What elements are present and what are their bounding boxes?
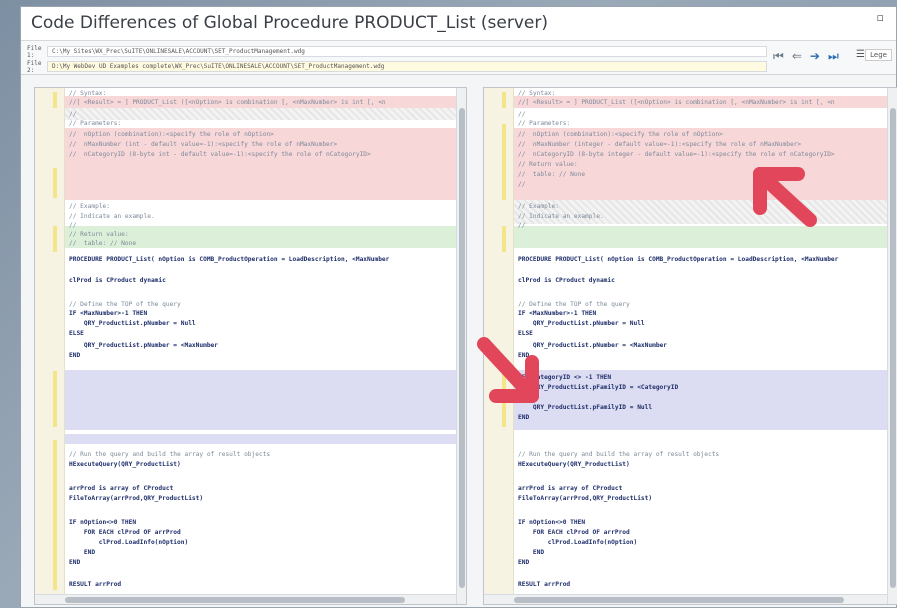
- code-line: arrProd is array of CProduct: [518, 485, 623, 492]
- code-line: // nCategoryID (8-byte integer - default…: [518, 151, 835, 158]
- code-line: IF nOption<>0 THEN: [69, 519, 137, 526]
- file1-row: File 1: C:\My Sites\WX_Prec\SuITE\ONLINE…: [27, 44, 767, 59]
- file2-row: File 2: D:\My WebDev UD Examples complet…: [27, 59, 767, 74]
- red-annotation-arrow-icon: [477, 337, 539, 403]
- code-line: RESULT arrProd: [69, 581, 122, 588]
- code-line: // nMaxNumber (integer - default value=-…: [518, 141, 802, 148]
- red-annotation-arrow-icon: [753, 167, 817, 227]
- code-line: //: [518, 181, 526, 188]
- scroll-thumb[interactable]: [514, 597, 844, 603]
- code-line: FOR EACH clProd OF arrProd: [69, 529, 181, 536]
- diff-modified-band: [65, 434, 456, 444]
- change-marker: [502, 92, 506, 108]
- code-line: // table: // None: [69, 240, 137, 247]
- code-line: clProd is CProduct dynamic: [518, 277, 615, 284]
- code-line: END: [518, 414, 530, 421]
- code-line: RESULT arrProd: [518, 581, 571, 588]
- code-line: clProd.LoadInfo(nOption): [518, 539, 638, 546]
- code-line: //[ <Result> = ] PRODUCT_List ([<nOption…: [518, 99, 835, 106]
- file-bar: File 1: C:\My Sites\WX_Prec\SuITE\ONLINE…: [21, 41, 896, 75]
- code-line: // Parameters:: [69, 120, 122, 127]
- diff-window: Code Differences of Global Procedure PRO…: [20, 6, 897, 608]
- code-line: FOR EACH clProd OF arrProd: [518, 529, 630, 536]
- code-line: END: [518, 549, 545, 556]
- right-horizontal-scrollbar[interactable]: [484, 594, 887, 604]
- code-line: QRY_ProductList.pFamilyID = Null: [518, 404, 653, 411]
- change-marker: [53, 92, 57, 108]
- restore-icon[interactable]: ▫: [877, 11, 884, 24]
- code-line: IF nOption<>0 THEN: [518, 519, 586, 526]
- code-line: PROCEDURE PRODUCT_List( nOption is COMB_…: [518, 256, 839, 263]
- diff-modified-band: [65, 370, 456, 430]
- scroll-thumb[interactable]: [65, 597, 405, 603]
- code-line: // nCategoryID (8-byte int - default val…: [69, 151, 371, 158]
- change-marker: [502, 124, 506, 200]
- code-line: // nOption (combination):<specify the ro…: [69, 131, 274, 138]
- code-line: IF <CategoryID <> -1 THEN: [518, 374, 612, 381]
- previous-difference-icon[interactable]: ⇐: [792, 49, 802, 64]
- left-code-pane[interactable]: // Syntax: //[ <Result> = ] PRODUCT_List…: [34, 87, 467, 605]
- last-difference-icon[interactable]: ⏭: [828, 49, 839, 64]
- change-marker: [53, 226, 57, 252]
- code-line: // Parameters:: [518, 120, 571, 127]
- code-line: END: [69, 352, 81, 359]
- code-line: ELSE: [518, 394, 533, 401]
- left-horizontal-scrollbar[interactable]: [35, 594, 456, 604]
- file1-path[interactable]: C:\My Sites\WX_Prec\SuITE\ONLINESALE\ACC…: [47, 46, 767, 57]
- code-line: QRY_ProductList.pNumber = Null: [69, 320, 196, 327]
- title-bar: Code Differences of Global Procedure PRO…: [21, 7, 896, 41]
- code-line: END: [518, 559, 530, 566]
- code-line: QRY_ProductList.pNumber = <MaxNumber: [69, 342, 219, 349]
- scroll-thumb[interactable]: [459, 108, 465, 588]
- code-line: IF <MaxNumber>-1 THEN: [518, 310, 597, 317]
- menu-icon[interactable]: ☰: [856, 49, 865, 60]
- code-line: ELSE: [69, 330, 84, 337]
- code-line: // Run the query and build the array of …: [518, 451, 720, 458]
- code-line: //: [518, 222, 526, 229]
- code-line: clProd.LoadInfo(nOption): [69, 539, 189, 546]
- code-line: HExecuteQuery(QRY_ProductList): [518, 461, 630, 468]
- diff-navigation: ⏮ ⇐ ➔ ⏭: [773, 49, 839, 64]
- code-line: // nOption (combination):<specify the ro…: [518, 131, 723, 138]
- code-line: // table: // None: [518, 171, 586, 178]
- code-line: clProd is CProduct dynamic: [69, 277, 166, 284]
- code-line: QRY_ProductList.pFamilyID = <CategoryID: [518, 384, 679, 391]
- legend-button[interactable]: Lege: [865, 49, 892, 61]
- code-line: QRY_ProductList.pNumber = <MaxNumber: [518, 342, 668, 349]
- change-marker: [53, 168, 57, 198]
- scroll-thumb[interactable]: [890, 108, 896, 588]
- first-difference-icon[interactable]: ⏮: [773, 49, 784, 64]
- code-line: // Run the query and build the array of …: [69, 451, 271, 458]
- window-title: Code Differences of Global Procedure PRO…: [31, 13, 548, 33]
- file2-label: File 2:: [27, 59, 42, 74]
- right-vertical-scrollbar[interactable]: [887, 88, 897, 604]
- code-line: END: [69, 559, 81, 566]
- code-line: // Example:: [518, 203, 559, 210]
- code-line: // Example:: [69, 203, 110, 210]
- code-line: QRY_ProductList.pNumber = Null: [518, 320, 645, 327]
- code-line: // Return value:: [518, 161, 578, 168]
- code-line: IF <MaxNumber>-1 THEN: [69, 310, 148, 317]
- left-vertical-scrollbar[interactable]: [456, 88, 466, 604]
- code-line: END: [518, 352, 530, 359]
- file1-label: File 1:: [27, 44, 42, 59]
- change-marker: [53, 371, 57, 427]
- left-code: // Syntax: //[ <Result> = ] PRODUCT_List…: [65, 88, 456, 590]
- code-line: END: [69, 549, 96, 556]
- code-line: // nMaxNumber (int - default value=-1):<…: [69, 141, 338, 148]
- code-line: ELSE: [518, 330, 533, 337]
- file2-path[interactable]: D:\My WebDev UD Examples complete\WX_Pre…: [47, 61, 767, 72]
- code-line: arrProd is array of CProduct: [69, 485, 174, 492]
- code-line: PROCEDURE PRODUCT_List( nOption is COMB_…: [69, 256, 390, 263]
- right-code: // Syntax: //[ <Result> = ] PRODUCT_List…: [514, 88, 887, 590]
- next-difference-icon[interactable]: ➔: [810, 49, 820, 64]
- code-line: FileToArray(arrProd,QRY_ProductList): [69, 495, 204, 502]
- left-gutter: [35, 88, 65, 604]
- code-line: FileToArray(arrProd,QRY_ProductList): [518, 495, 653, 502]
- change-marker: [53, 440, 57, 590]
- code-line: //[ <Result> = ] PRODUCT_List ([<nOption…: [69, 99, 386, 106]
- code-line: HExecuteQuery(QRY_ProductList): [69, 461, 181, 468]
- change-marker: [502, 226, 506, 252]
